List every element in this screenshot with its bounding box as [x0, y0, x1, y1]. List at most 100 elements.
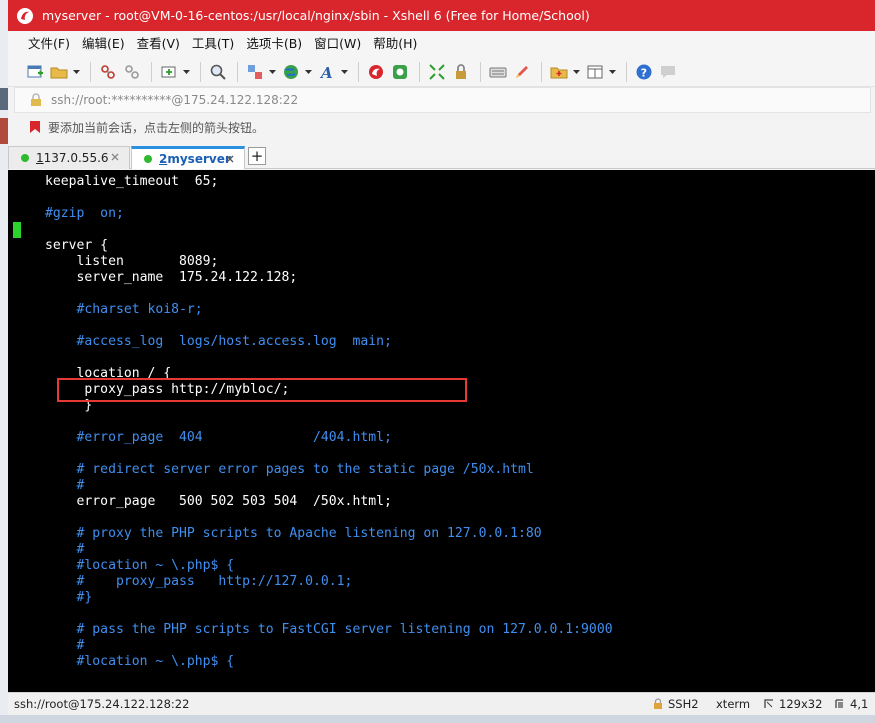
terminal-line: # proxy the PHP scripts to Apache listen… — [45, 526, 542, 541]
toolbar-separator — [358, 61, 359, 82]
terminal-line: # redirect server error pages to the sta… — [45, 462, 534, 477]
toolbar: A ? — [8, 57, 875, 87]
terminal-line: #access_log logs/host.access.log main; — [45, 334, 392, 349]
toolbar-separator — [90, 61, 91, 82]
tab-label: myserver — [167, 152, 231, 166]
terminal-line: # — [45, 638, 85, 653]
menu-tabs[interactable]: 选项卡(B) — [240, 33, 308, 55]
new-tab-icon — [158, 61, 180, 83]
tab-index: 2 — [159, 152, 168, 166]
toolbar-separator — [480, 61, 481, 82]
padlock-icon — [654, 698, 662, 709]
font-dropdown[interactable]: A — [316, 61, 348, 83]
xftp-icon[interactable] — [389, 61, 411, 83]
chevron-down-icon — [608, 61, 616, 83]
title-bar[interactable]: myserver - root@VM-0-16-centos:/usr/loca… — [8, 0, 875, 31]
terminal-line: #error_page 404 /404.html; — [45, 430, 392, 445]
xshell-swirl-icon[interactable] — [365, 61, 387, 83]
status-connection: ssh://root@175.24.122.128:22 — [14, 697, 190, 711]
background-window-fragment — [0, 88, 8, 110]
fullscreen-icon[interactable] — [426, 61, 448, 83]
layout-dropdown[interactable] — [584, 61, 616, 83]
terminal-line: keepalive_timeout 65; — [45, 174, 219, 189]
add-session-dropdown[interactable] — [548, 61, 580, 83]
keyboard-icon[interactable] — [487, 61, 509, 83]
bookmark-arrow-icon[interactable] — [28, 120, 42, 134]
terminal-output[interactable]: keepalive_timeout 65; #gzip on; server { l… — [8, 170, 875, 692]
terminal-line: #location ~ \.php$ { — [45, 654, 235, 669]
toolbar-separator — [151, 61, 152, 82]
cursor-position-label: 4,1 — [850, 697, 869, 711]
lock-icon — [31, 93, 41, 106]
tab-session-1[interactable]: 1 137.0.55.6 — [8, 146, 130, 169]
svg-text:A: A — [319, 64, 333, 81]
terminal-line: error_page 500 502 503 504 /50x.html; — [45, 494, 392, 509]
close-icon[interactable] — [224, 153, 236, 165]
terminal-line: # — [45, 478, 85, 493]
terminal-line: #gzip on; — [45, 206, 124, 221]
xshell-logo-icon — [17, 7, 33, 24]
terminal-cursor — [13, 222, 21, 238]
font-icon: A — [316, 61, 338, 83]
terminal-line: # proxy_pass http://127.0.0.1; — [45, 574, 353, 589]
chevron-down-icon — [72, 61, 80, 83]
add-folder-icon — [548, 61, 570, 83]
transfer-dropdown[interactable] — [244, 61, 276, 83]
protocol-label: SSH2 — [668, 697, 699, 711]
pen-icon[interactable] — [511, 61, 533, 83]
menu-edit[interactable]: 编辑(E) — [76, 33, 131, 55]
status-terminal-type: xterm — [716, 697, 750, 711]
connected-status-icon — [21, 154, 29, 162]
session-tab-bar: 1 137.0.55.6 2 myserver + — [8, 143, 875, 169]
tab-label: 137.0.55.6 — [43, 151, 109, 165]
chevron-down-icon — [340, 61, 348, 83]
status-bar: ssh://root@175.24.122.128:22 SSH2 xterm … — [8, 692, 875, 715]
terminal-line: #location ~ \.php$ { — [45, 558, 235, 573]
cursor-position-icon — [835, 699, 843, 708]
toolbar-separator — [200, 61, 201, 82]
terminal-line: # — [45, 542, 85, 557]
chevron-down-icon — [268, 61, 276, 83]
transfer-icon — [244, 61, 266, 83]
help-icon[interactable]: ? — [633, 61, 655, 83]
resize-icon — [764, 699, 773, 708]
status-cursor-position: 4,1 — [834, 697, 868, 711]
close-icon[interactable] — [109, 151, 121, 163]
svg-text:?: ? — [641, 66, 647, 79]
globe-icon — [280, 61, 302, 83]
menu-file[interactable]: 文件(F) — [22, 33, 76, 55]
menu-tools[interactable]: 工具(T) — [186, 33, 240, 55]
terminal-line: server_name 175.24.122.128; — [45, 270, 298, 285]
open-session-dropdown[interactable] — [48, 61, 80, 83]
tab-index: 1 — [36, 151, 44, 165]
chevron-down-icon — [304, 61, 312, 83]
new-session-icon[interactable] — [24, 61, 46, 83]
chevron-down-icon — [182, 61, 190, 83]
annotation-highlight-box — [57, 378, 467, 402]
open-folder-icon — [48, 61, 70, 83]
lock-icon[interactable] — [450, 61, 472, 83]
disconnect-icon[interactable] — [121, 61, 143, 83]
terminal-type-label: xterm — [716, 697, 751, 711]
toolbar-separator — [419, 61, 420, 82]
menu-help[interactable]: 帮助(H) — [367, 33, 423, 55]
layout-icon — [584, 61, 606, 83]
tab-session-2[interactable]: 2 myserver — [131, 146, 245, 169]
add-tab-button[interactable]: + — [248, 147, 266, 165]
quick-add-hint-bar: 要添加当前会话，点击左侧的箭头按钮。 — [14, 114, 871, 140]
terminal-line: # pass the PHP scripts to FastCGI server… — [45, 622, 613, 637]
hint-text: 要添加当前会话，点击左侧的箭头按钮。 — [48, 120, 265, 135]
connect-icon[interactable] — [97, 61, 119, 83]
chat-icon[interactable] — [657, 61, 679, 83]
find-icon[interactable] — [207, 61, 229, 83]
new-tab-dropdown[interactable] — [158, 61, 190, 83]
globe-dropdown[interactable] — [280, 61, 312, 83]
terminal-line: listen 8089; — [45, 254, 219, 269]
session-address-bar[interactable]: ssh://root:**********@175.24.122.128:22 — [14, 87, 871, 113]
terminal-line: #} — [45, 590, 93, 605]
menu-view[interactable]: 查看(V) — [131, 33, 186, 55]
session-address: ssh://root:**********@175.24.122.128:22 — [51, 93, 299, 107]
xshell-window: myserver - root@VM-0-16-centos:/usr/loca… — [8, 0, 875, 715]
toolbar-separator — [626, 61, 627, 82]
menu-window[interactable]: 窗口(W) — [308, 33, 367, 55]
